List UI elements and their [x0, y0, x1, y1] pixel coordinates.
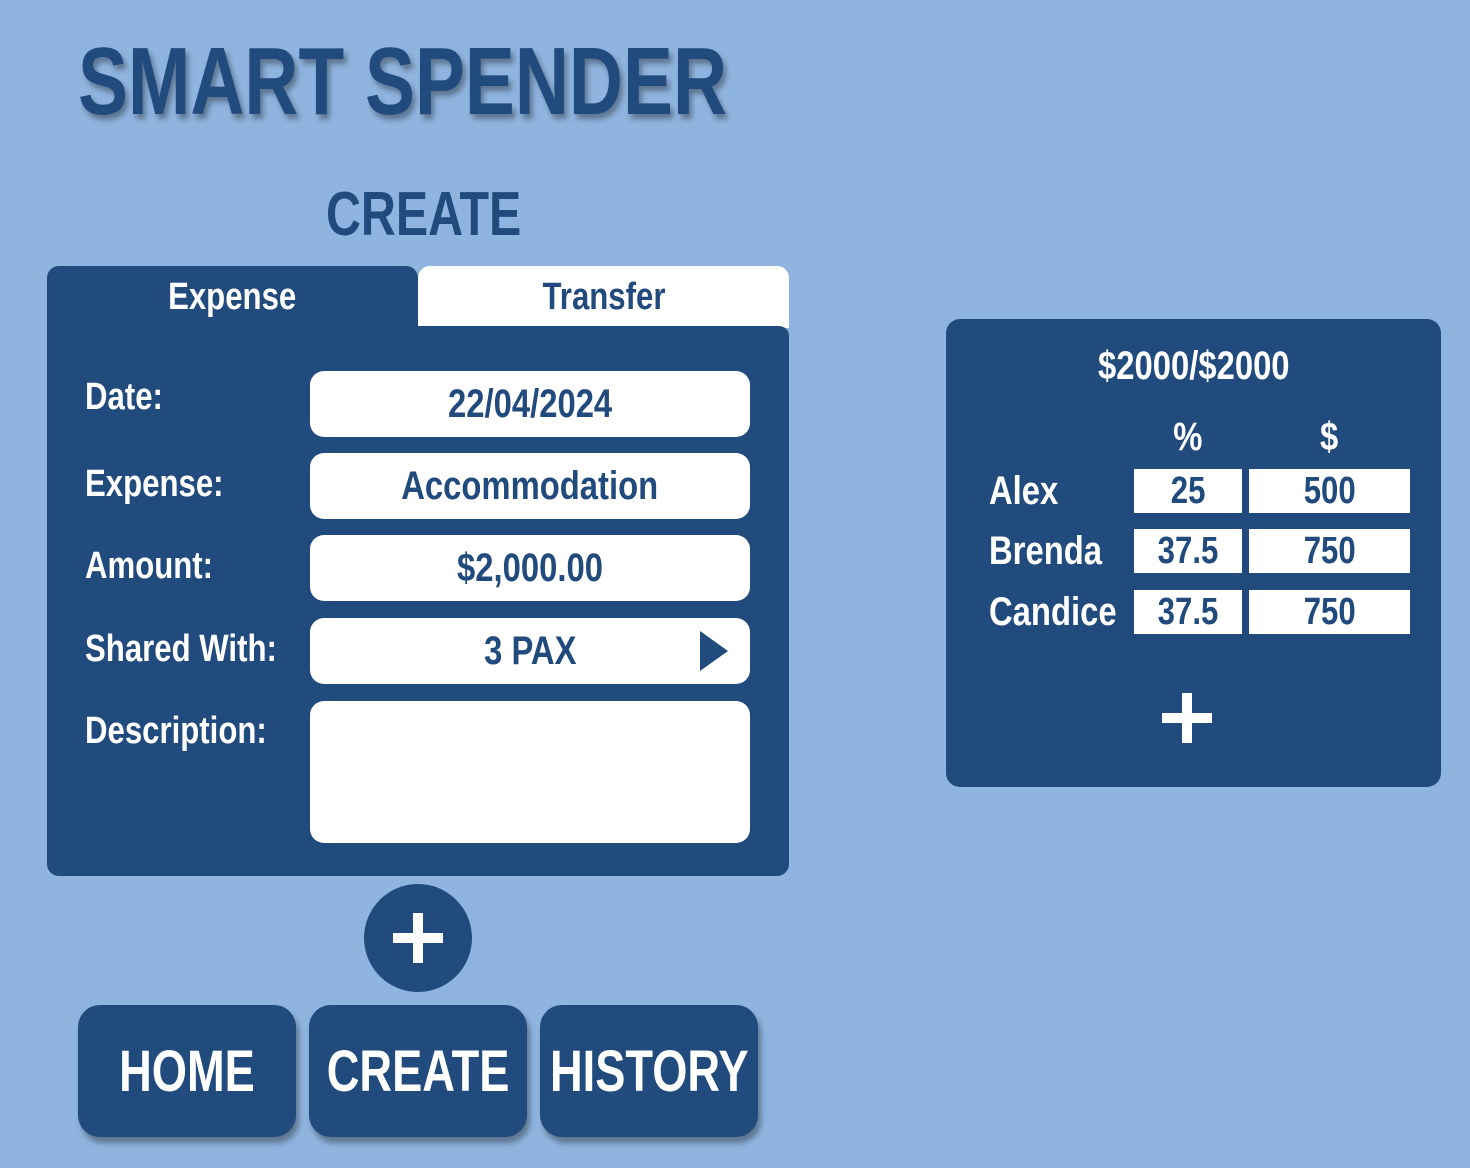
plus-icon [393, 913, 443, 963]
amount-label: Amount: [85, 545, 214, 587]
add-person-button[interactable] [1162, 693, 1212, 743]
nav-create-label: CREATE [326, 1038, 510, 1104]
amount-value: 750 [1303, 590, 1356, 633]
percent-value: 25 [1170, 469, 1206, 512]
person-name: Alex [989, 469, 1059, 513]
nav-home-button[interactable]: HOME [78, 1005, 296, 1137]
expense-value: Accommodation [401, 463, 659, 508]
expense-label: Expense: [85, 463, 224, 505]
add-expense-button[interactable] [364, 884, 472, 992]
percent-input[interactable]: 37.5 [1134, 529, 1242, 573]
amount-column-header: $ [1249, 415, 1410, 459]
date-value: 22/04/2024 [447, 381, 613, 426]
nav-home-label: HOME [119, 1038, 255, 1104]
amount-value: $2,000.00 [457, 545, 603, 590]
amount-value: 750 [1303, 529, 1356, 572]
tab-expense[interactable]: Expense [47, 266, 418, 328]
amount-value: 500 [1303, 469, 1356, 512]
tab-transfer[interactable]: Transfer [418, 266, 789, 328]
chevron-right-icon[interactable] [700, 631, 728, 671]
plus-icon [1162, 693, 1212, 743]
amount-input[interactable]: 750 [1249, 529, 1410, 573]
shared-with-value: 3 PAX [483, 628, 577, 673]
percent-header-text: % [1173, 415, 1203, 459]
percent-input[interactable]: 25 [1134, 469, 1242, 513]
split-total-value: $2000/$2000 [1097, 344, 1290, 388]
app-title: SMART SPENDER [78, 28, 728, 135]
description-field[interactable] [310, 701, 750, 843]
description-label: Description: [85, 710, 267, 752]
date-label: Date: [85, 376, 163, 418]
percent-value: 37.5 [1157, 529, 1219, 572]
nav-history-label: HISTORY [549, 1038, 749, 1104]
percent-input[interactable]: 37.5 [1134, 590, 1242, 634]
expense-field[interactable]: Accommodation [310, 453, 750, 519]
person-name: Brenda [989, 529, 1103, 573]
amount-header-text: $ [1320, 415, 1339, 459]
tab-expense-label: Expense [168, 275, 297, 318]
shared-with-label: Shared With: [85, 628, 277, 670]
page-title: CREATE [326, 180, 522, 249]
tab-transfer-label: Transfer [542, 275, 665, 318]
expense-form: Date: 22/04/2024 Expense: Accommodation … [47, 326, 789, 876]
nav-history-button[interactable]: HISTORY [540, 1005, 758, 1137]
shared-with-selector[interactable]: 3 PAX [310, 618, 750, 684]
percent-value: 37.5 [1157, 590, 1219, 633]
split-total: $2000/$2000 [946, 341, 1441, 391]
person-name: Candice [989, 590, 1117, 634]
amount-field[interactable]: $2,000.00 [310, 535, 750, 601]
nav-create-button[interactable]: CREATE [309, 1005, 527, 1137]
percent-column-header: % [1134, 415, 1242, 459]
date-field[interactable]: 22/04/2024 [310, 371, 750, 437]
split-panel: $2000/$2000 % $ Alex 25 500 Brenda 37.5 … [946, 319, 1441, 787]
amount-input[interactable]: 500 [1249, 469, 1410, 513]
amount-input[interactable]: 750 [1249, 590, 1410, 634]
